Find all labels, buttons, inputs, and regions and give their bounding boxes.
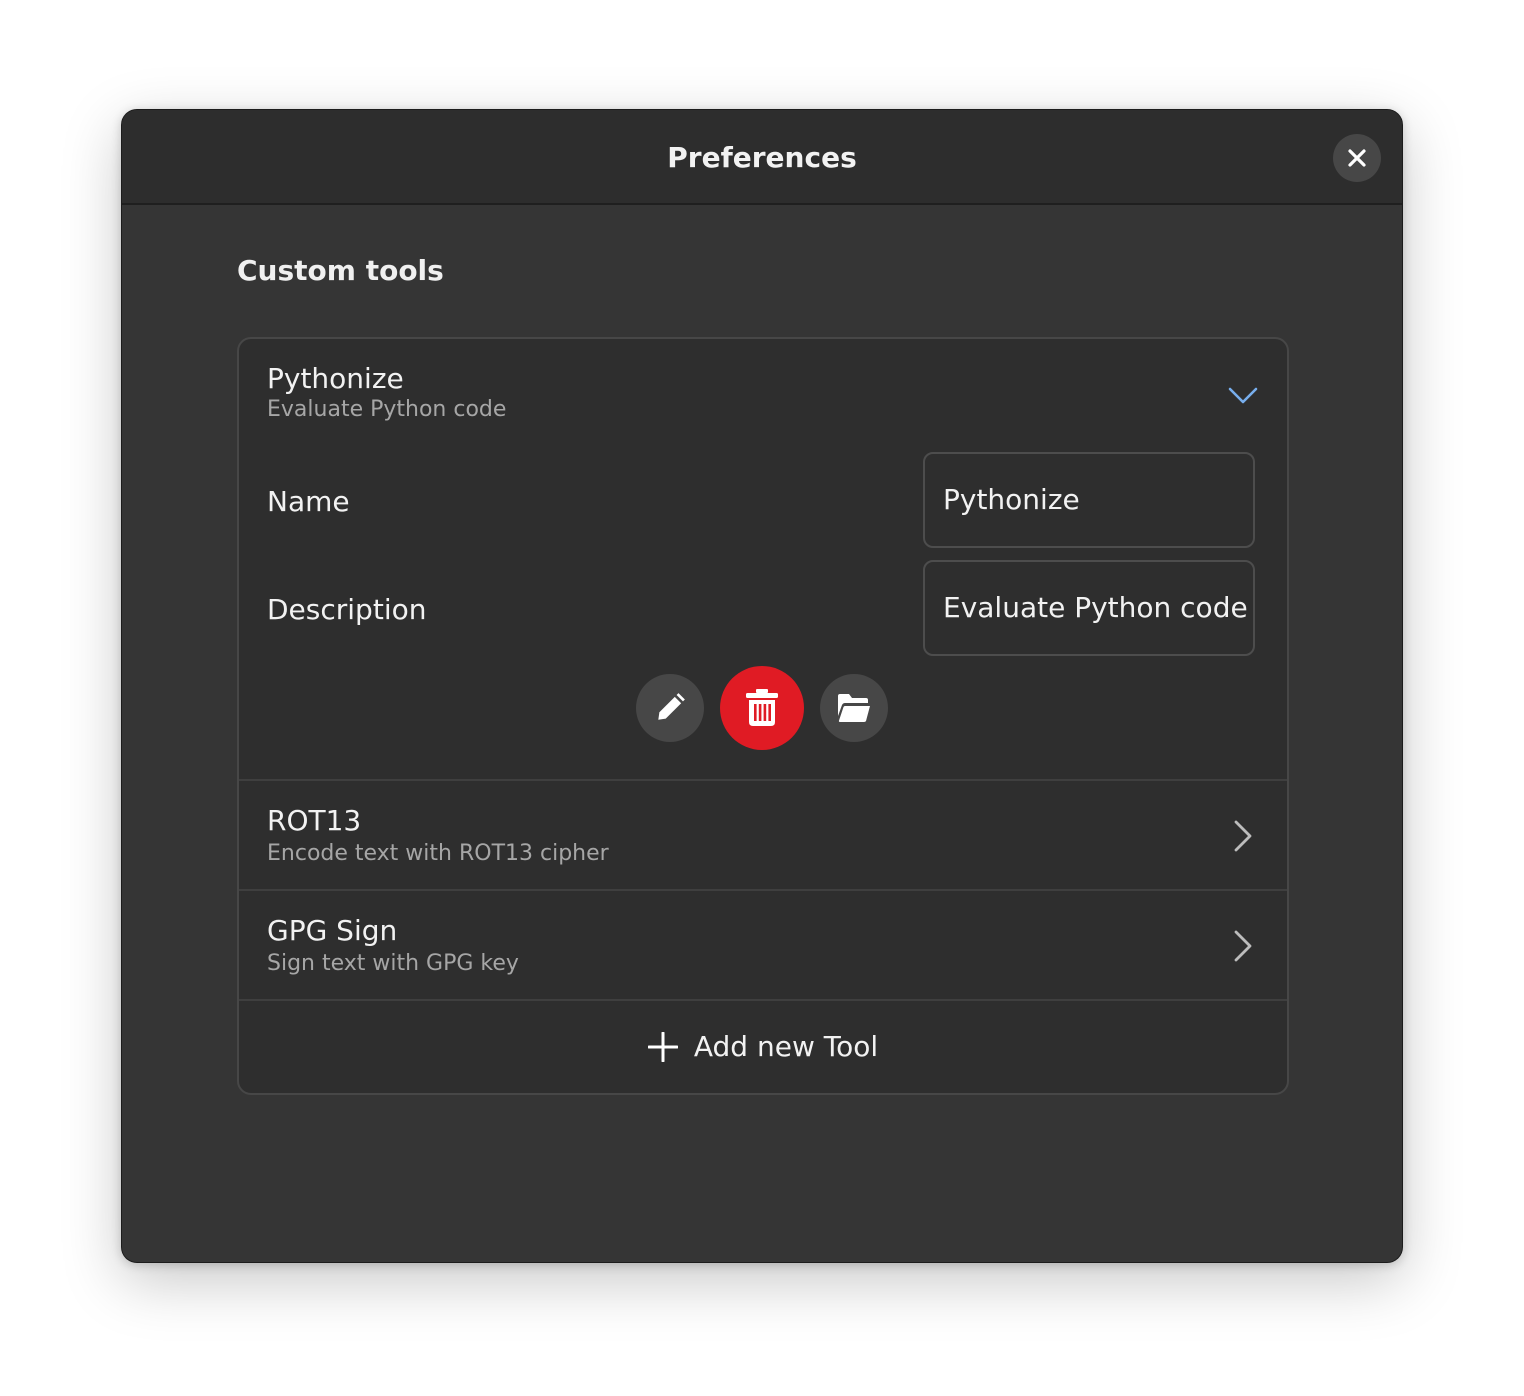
tool-row-gpg-sign[interactable]: GPG Sign Sign text with GPG key xyxy=(239,891,1287,999)
trash-icon xyxy=(746,689,778,726)
close-icon xyxy=(1348,149,1366,167)
tool-row-rot13[interactable]: ROT13 Encode text with ROT13 cipher xyxy=(239,781,1287,889)
name-field[interactable]: Pythonize xyxy=(923,452,1255,548)
header-bar: Preferences xyxy=(122,110,1402,205)
custom-tools-list: Pythonize Evaluate Python code Name Pyth… xyxy=(237,337,1289,1095)
tool-subtitle: Encode text with ROT13 cipher xyxy=(267,841,609,866)
edit-button[interactable] xyxy=(636,674,704,742)
tool-subtitle: Evaluate Python code xyxy=(267,397,507,422)
plus-icon xyxy=(647,1032,678,1062)
open-folder-button[interactable] xyxy=(820,674,888,742)
close-button[interactable] xyxy=(1333,134,1381,182)
add-new-tool-button[interactable]: Add new Tool xyxy=(239,1001,1287,1093)
description-label: Description xyxy=(267,593,427,626)
pencil-icon xyxy=(658,693,685,720)
add-new-tool-label: Add new Tool xyxy=(693,1030,879,1063)
description-field[interactable]: Evaluate Python code xyxy=(923,560,1255,656)
tool-title: ROT13 xyxy=(267,804,362,837)
window-title: Preferences xyxy=(667,141,857,174)
delete-button[interactable] xyxy=(720,666,804,750)
tool-row-pythonize-header[interactable]: Pythonize Evaluate Python code xyxy=(239,339,1287,439)
chevron-right-icon xyxy=(1234,930,1252,962)
name-field-value: Pythonize xyxy=(943,483,1080,516)
chevron-down-icon xyxy=(1228,387,1258,404)
tool-title: Pythonize xyxy=(267,362,404,395)
folder-open-icon xyxy=(838,694,870,722)
tool-subtitle: Sign text with GPG key xyxy=(267,951,519,976)
tool-title: GPG Sign xyxy=(267,914,398,947)
chevron-right-icon xyxy=(1234,820,1252,852)
section-title: Custom tools xyxy=(237,254,444,287)
preferences-window: Preferences Custom tools Pythonize Evalu… xyxy=(121,109,1403,1263)
name-label: Name xyxy=(267,485,350,518)
description-field-value: Evaluate Python code xyxy=(943,591,1248,624)
